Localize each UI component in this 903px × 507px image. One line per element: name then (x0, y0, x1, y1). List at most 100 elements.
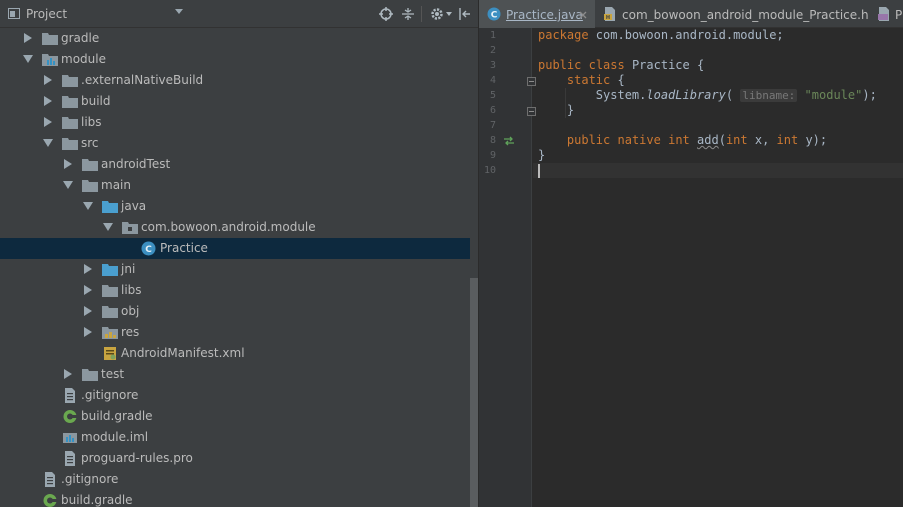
folder-icon (102, 306, 118, 318)
gear-dropdown-icon[interactable] (446, 12, 452, 16)
tree-item-module[interactable]: module (0, 49, 478, 70)
code-text: com.bowoon.android.module; (588, 28, 784, 42)
collapse-all-icon[interactable] (400, 6, 416, 22)
tree-item-gitignore-root[interactable]: .gitignore (0, 469, 478, 490)
tree-item-libs[interactable]: libs (0, 112, 478, 133)
tab-practice-java[interactable]: C Practice.java (479, 0, 595, 28)
keyword: int (776, 133, 799, 147)
project-panel-title[interactable]: Project (26, 7, 67, 21)
resource-folder-icon (102, 327, 118, 339)
tree-scrollbar-thumb[interactable] (470, 278, 478, 507)
chevron-right-icon[interactable] (83, 306, 93, 316)
module-folder-icon (42, 54, 58, 66)
code-text: x, (747, 133, 777, 147)
project-view-icon[interactable] (8, 8, 20, 19)
folder-icon (42, 33, 58, 45)
close-icon[interactable] (579, 11, 587, 19)
chevron-right-icon[interactable] (83, 285, 93, 295)
tree-item-label: AndroidManifest.xml (121, 346, 245, 360)
code-text: } (566, 103, 575, 117)
tree-item-obj[interactable]: obj (0, 301, 478, 322)
tree-item-label: libs (121, 283, 142, 297)
tree-item-test[interactable]: test (0, 364, 478, 385)
tree-item-label: module.iml (81, 430, 149, 444)
chevron-down-icon[interactable] (175, 9, 183, 15)
project-panel: Project gradle module .externalNativeBui… (0, 0, 478, 507)
tree-item-build[interactable]: build (0, 91, 478, 112)
tab-practice-header[interactable]: H com_bowoon_android_module_Practice.h (595, 0, 869, 28)
manifest-icon (104, 347, 116, 360)
editor-tab-bar: C Practice.java H com_bowoon_android_mod… (479, 0, 903, 28)
tree-item-label: test (101, 367, 125, 381)
code-area[interactable]: package com.bowoon.android.module; publi… (533, 28, 903, 507)
tree-item-android-manifest[interactable]: AndroidManifest.xml (0, 343, 478, 364)
folder-icon (82, 180, 98, 192)
chevron-right-icon[interactable] (43, 117, 53, 127)
chevron-right-icon[interactable] (43, 96, 53, 106)
tree-item-external-native-build[interactable]: .externalNativeBuild (0, 70, 478, 91)
line-number: 2 (489, 45, 496, 56)
tree-item-java[interactable]: java (0, 196, 478, 217)
text-file-icon (45, 472, 55, 487)
folder-icon (62, 96, 78, 108)
chevron-down-icon[interactable] (23, 54, 33, 64)
chevron-right-icon[interactable] (23, 33, 33, 43)
keyword: native (617, 133, 661, 147)
tree-item-src[interactable]: src (0, 133, 478, 154)
tree-item-package[interactable]: com.bowoon.android.module (0, 217, 478, 238)
tree-item-jni[interactable]: jni (0, 259, 478, 280)
tree-item-main[interactable]: main (0, 175, 478, 196)
parameter-hint: libname: (740, 89, 798, 102)
chevron-down-icon[interactable] (43, 138, 53, 148)
code-line-1: package com.bowoon.android.module; (538, 28, 784, 42)
line-number: 5 (489, 90, 496, 101)
svg-text:C: C (145, 245, 152, 255)
tree-item-label: .gitignore (61, 472, 119, 486)
tree-item-build-gradle-root[interactable]: build.gradle (0, 490, 478, 507)
tree-item-label: src (81, 136, 99, 150)
tree-item-build-gradle[interactable]: build.gradle (0, 406, 478, 427)
gear-icon[interactable] (429, 6, 445, 22)
chevron-down-icon[interactable] (83, 201, 93, 211)
tree-item-gitignore[interactable]: .gitignore (0, 385, 478, 406)
chevron-right-icon[interactable] (63, 369, 73, 379)
tree-item-libs-2[interactable]: libs (0, 280, 478, 301)
tree-item-android-test[interactable]: androidTest (0, 154, 478, 175)
tree-item-label: obj (121, 304, 140, 318)
code-text: System. (595, 88, 647, 102)
tree-item-proguard-rules[interactable]: proguard-rules.pro (0, 448, 478, 469)
chevron-right-icon[interactable] (43, 75, 53, 85)
chevron-down-icon[interactable] (103, 222, 113, 232)
java-class-icon: C (141, 241, 156, 256)
tree-item-label: module (61, 52, 106, 66)
gradle-icon (43, 494, 57, 507)
keyword: package (538, 28, 589, 42)
code-text: { (610, 73, 625, 87)
svg-text:H: H (606, 15, 610, 21)
text-file-icon (65, 388, 75, 403)
tab-cpp-file[interactable]: Pr (869, 0, 903, 28)
java-class-icon: C (487, 7, 501, 21)
locate-target-icon[interactable] (378, 6, 394, 22)
line-number: 8 (489, 135, 496, 146)
tree-item-gradle[interactable]: gradle (0, 28, 478, 49)
chevron-down-icon[interactable] (63, 180, 73, 190)
line-number: 6 (489, 105, 496, 116)
chevron-right-icon[interactable] (83, 327, 93, 337)
tree-item-module-iml[interactable]: module.iml (0, 427, 478, 448)
project-panel-header: Project (0, 0, 478, 28)
source-folder-icon (102, 264, 118, 276)
tree-item-label: libs (81, 115, 102, 129)
tree-item-res[interactable]: res (0, 322, 478, 343)
chevron-right-icon[interactable] (83, 264, 93, 274)
chevron-right-icon[interactable] (63, 159, 73, 169)
line-number: 10 (483, 165, 496, 176)
tree-item-practice[interactable]: C Practice (0, 238, 478, 259)
hide-panel-icon[interactable] (457, 6, 473, 22)
project-tree: gradle module .externalNativeBuild build… (0, 28, 478, 507)
native-implementation-icon[interactable] (503, 136, 515, 146)
folder-icon (82, 159, 98, 171)
tree-item-label: Practice (160, 241, 208, 255)
keyword: class (588, 58, 625, 72)
method-name: loadLibrary (646, 88, 726, 102)
